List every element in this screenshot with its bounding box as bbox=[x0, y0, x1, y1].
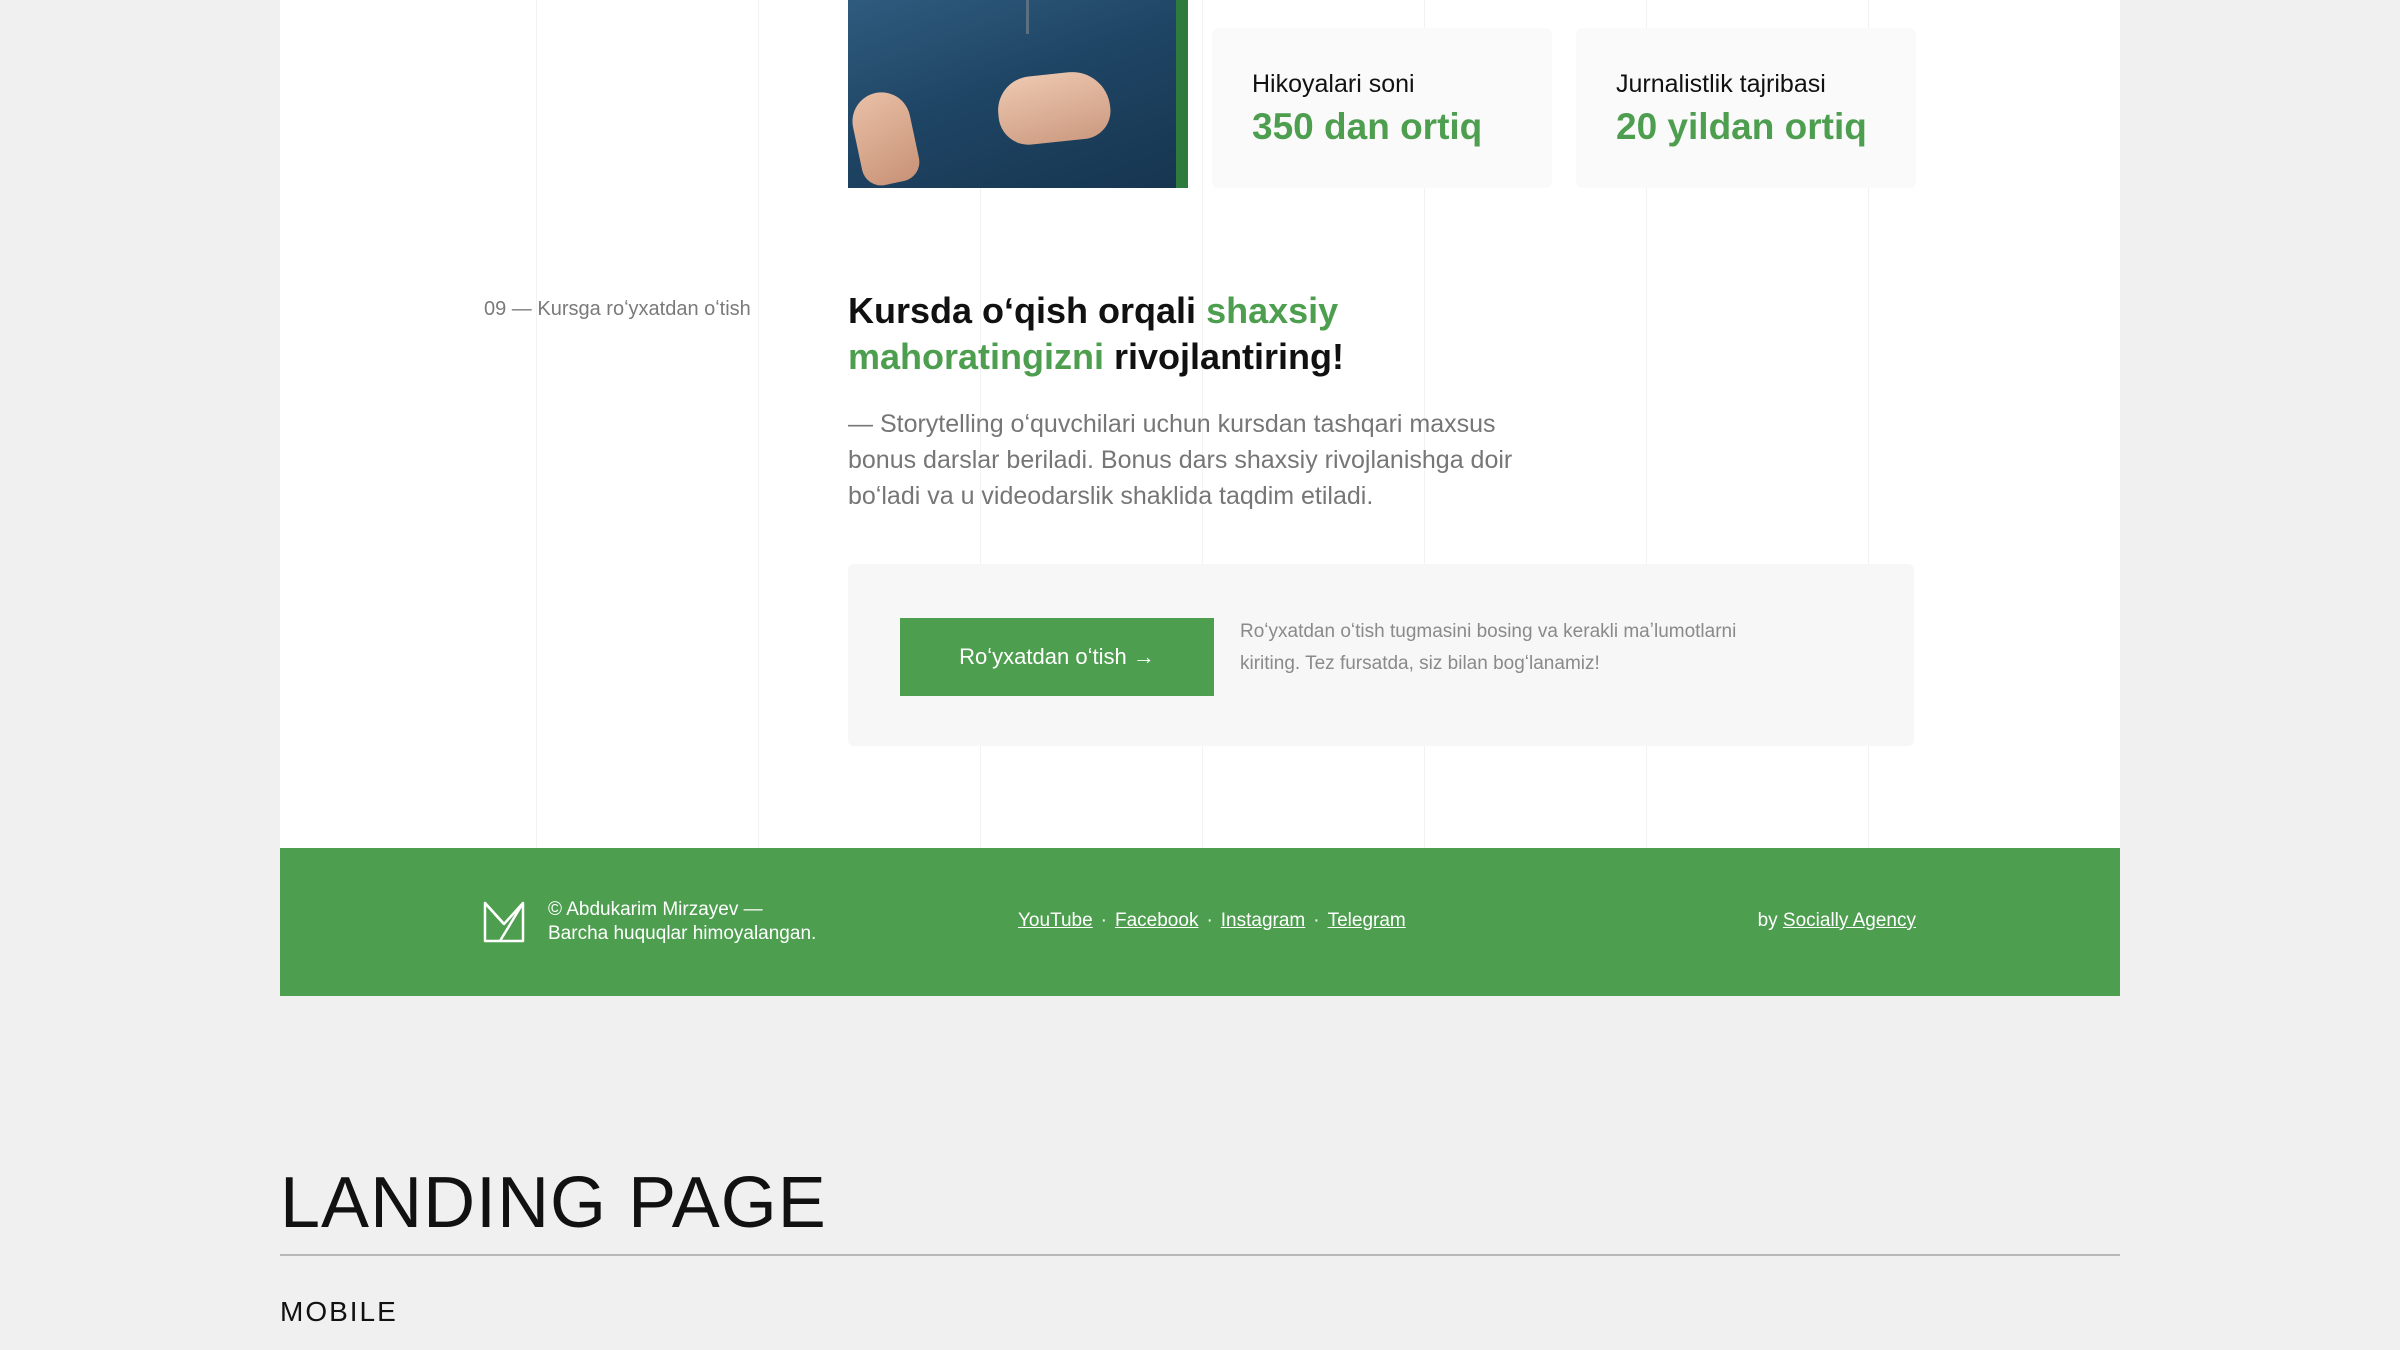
stat-value: 350 dan ortiq bbox=[1252, 106, 1483, 147]
social-links: YouTube · Facebook · Instagram · Telegra… bbox=[1018, 910, 1406, 932]
heading-text: Kursda oʻqish orqali bbox=[848, 290, 1207, 331]
stat-card-experience: Jurnalistlik tajribasi 20 yildan ortiq bbox=[1576, 28, 1916, 188]
agency-link[interactable]: Socially Agency bbox=[1783, 910, 1916, 931]
section-heading: Kursda oʻqish orqali shaxsiy mahoratingi… bbox=[848, 288, 1568, 380]
link-separator: · bbox=[1100, 910, 1107, 931]
registration-note: Roʻyxatdan oʻtish tugmasini bosing va ke… bbox=[1240, 621, 1737, 674]
instagram-link[interactable]: Instagram bbox=[1221, 910, 1305, 932]
credit-prefix: by bbox=[1757, 910, 1783, 931]
facebook-link[interactable]: Facebook bbox=[1115, 910, 1198, 932]
photo-background-grass bbox=[1176, 0, 1188, 188]
telegram-link[interactable]: Telegram bbox=[1328, 910, 1406, 932]
site-footer: © Abdukarim Mirzayev — Barcha huquqlar h… bbox=[280, 848, 2120, 996]
stat-value: 20 yildan ortiq bbox=[1616, 106, 1867, 147]
jacket-zip bbox=[1026, 0, 1029, 34]
stat-label: Jurnalistlik tajribasi bbox=[1616, 70, 1826, 98]
copyright-text: © Abdukarim Mirzayev — Barcha huquqlar h… bbox=[548, 898, 816, 946]
agency-credit: by Socially Agency bbox=[1758, 910, 1916, 932]
showcase-divider bbox=[280, 1254, 2120, 1256]
registration-panel: Roʻyxatdan oʻtish → Roʻyxatdan oʻtish tu… bbox=[848, 564, 1914, 746]
showcase-title: LANDING PAGE bbox=[280, 1163, 827, 1243]
copyright-line: Barcha huquqlar himoyalangan. bbox=[548, 923, 817, 944]
stat-card-stories: Hikoyalari soni 350 dan ortiq bbox=[1212, 28, 1552, 188]
landing-page-preview: Hikoyalari soni 350 dan ortiq Jurnalistl… bbox=[280, 0, 2120, 848]
grid-line bbox=[536, 0, 537, 848]
photo-hand-left bbox=[848, 86, 923, 188]
link-separator: · bbox=[1313, 910, 1320, 931]
copyright-line: © Abdukarim Mirzayev — bbox=[548, 899, 763, 920]
section-description: — Storytelling oʻquvchilari uchun kursda… bbox=[848, 410, 1513, 510]
register-button[interactable]: Roʻyxatdan oʻtish → bbox=[900, 618, 1214, 696]
section-label: 09 — Kursga roʻyxatdan oʻtish bbox=[484, 298, 751, 320]
showcase-subtitle: MOBILE bbox=[280, 1296, 398, 1327]
stat-label: Hikoyalari soni bbox=[1252, 70, 1415, 98]
photo-hand-right bbox=[994, 68, 1114, 148]
author-photo bbox=[848, 0, 1188, 188]
link-separator: · bbox=[1206, 910, 1213, 931]
m-monogram-icon bbox=[483, 901, 525, 943]
heading-text: rivojlantiring! bbox=[1104, 336, 1345, 377]
youtube-link[interactable]: YouTube bbox=[1018, 910, 1093, 932]
grid-line bbox=[758, 0, 759, 848]
